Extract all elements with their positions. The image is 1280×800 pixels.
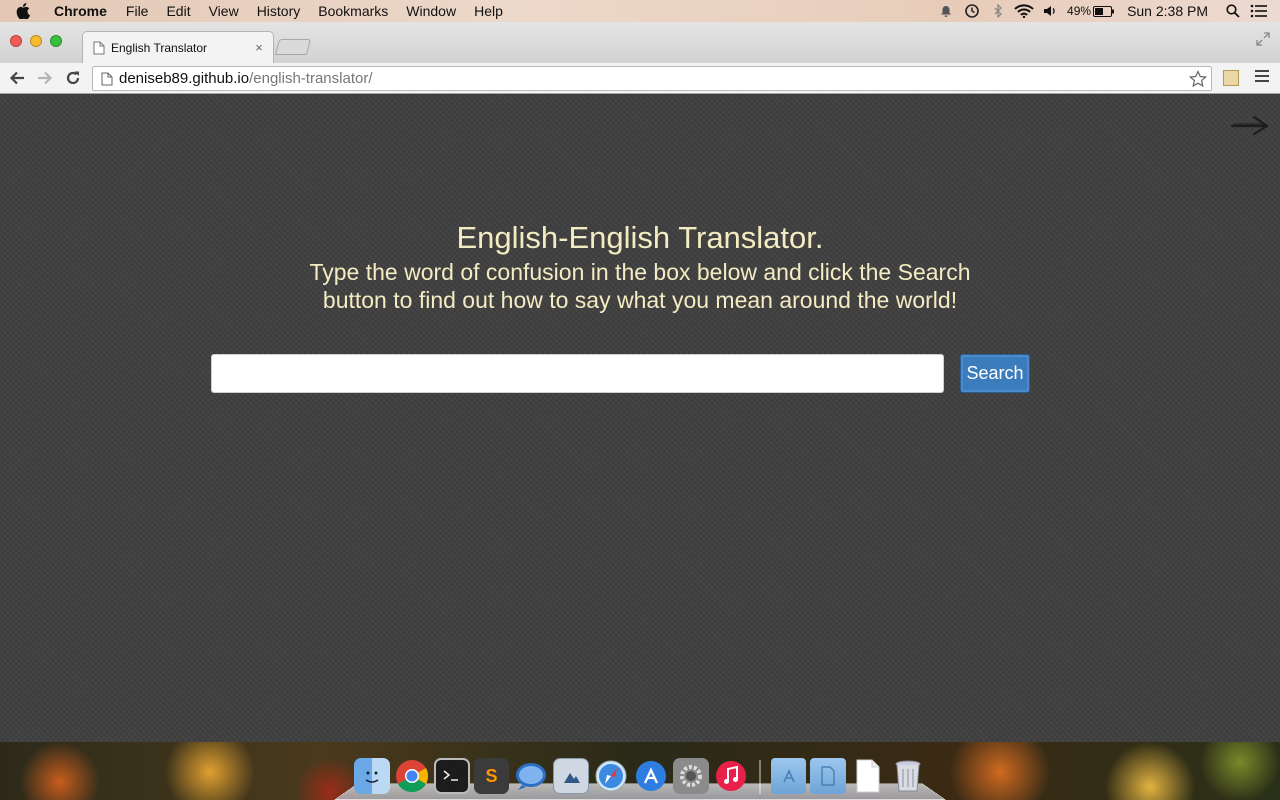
page-info-icon[interactable] <box>101 72 113 86</box>
reload-button[interactable] <box>59 64 87 92</box>
page-title: English-English Translator. <box>456 219 824 255</box>
preview-icon[interactable] <box>553 758 590 794</box>
menu-app-chrome[interactable]: Chrome <box>46 0 117 22</box>
time-machine-icon[interactable] <box>959 0 985 22</box>
apple-menu-icon[interactable] <box>0 3 46 19</box>
next-arrow-icon[interactable] <box>1230 113 1270 142</box>
chrome-menu-icon[interactable] <box>1255 70 1269 82</box>
safari-icon[interactable] <box>593 758 629 794</box>
page-favicon-icon <box>93 41 105 55</box>
new-tab-button[interactable] <box>274 39 312 55</box>
extension-icon[interactable] <box>1223 70 1239 86</box>
back-button[interactable] <box>3 64 31 92</box>
menu-history[interactable]: History <box>248 0 310 22</box>
tab-strip: English Translator × <box>0 22 1280 63</box>
battery-percentage: 49% <box>1067 4 1092 18</box>
battery-icon[interactable] <box>1091 0 1117 22</box>
notification-center-icon[interactable] <box>1246 0 1272 22</box>
menu-file[interactable]: File <box>117 0 158 22</box>
menu-clock[interactable]: Sun 2:38 PM <box>1127 3 1208 19</box>
menu-bookmarks[interactable]: Bookmarks <box>309 0 397 22</box>
bookmark-star-icon[interactable] <box>1189 69 1207 88</box>
finder-icon[interactable] <box>354 758 390 794</box>
window-controls <box>10 35 62 47</box>
menu-bar: Chrome File Edit View History Bookmarks … <box>0 0 1280 22</box>
instructions-text: Type the word of confusion in the box be… <box>309 259 971 313</box>
browser-toolbar: deniseb89.github.io/english-translator/ <box>0 63 1280 94</box>
documents-folder-icon[interactable] <box>810 758 847 794</box>
document-icon[interactable] <box>850 758 886 794</box>
messages-icon[interactable] <box>513 758 549 794</box>
spotlight-search-icon[interactable] <box>1220 0 1246 22</box>
applications-folder-icon[interactable] <box>770 758 807 794</box>
search-input[interactable] <box>211 354 944 393</box>
terminal-icon[interactable] <box>433 758 470 794</box>
search-button[interactable]: Search <box>960 354 1030 393</box>
forward-button[interactable] <box>31 64 59 92</box>
address-bar[interactable]: deniseb89.github.io/english-translator/ <box>92 66 1212 91</box>
sublime-text-icon[interactable]: S <box>473 758 510 794</box>
app-store-icon[interactable] <box>633 758 669 794</box>
notification-bell-icon[interactable] <box>933 0 959 22</box>
menu-view[interactable]: View <box>200 0 248 22</box>
url-host: deniseb89.github.io <box>119 70 250 87</box>
trash-icon[interactable] <box>890 758 926 794</box>
tab-title: English Translator <box>111 40 208 55</box>
page-content: English-English Translator. Type the wor… <box>0 95 1280 742</box>
tab-close-icon[interactable]: × <box>251 40 267 55</box>
system-preferences-icon[interactable] <box>672 758 709 794</box>
wifi-icon[interactable] <box>1011 0 1037 22</box>
fullscreen-icon[interactable] <box>1256 32 1270 51</box>
chrome-icon[interactable] <box>394 758 430 794</box>
dock-separator <box>758 760 761 794</box>
browser-window: English Translator × deniseb89.github.io… <box>0 22 1280 742</box>
menu-edit[interactable]: Edit <box>157 0 199 22</box>
menu-help[interactable]: Help <box>465 0 512 22</box>
window-zoom-button[interactable] <box>50 35 62 47</box>
menu-window[interactable]: Window <box>397 0 465 22</box>
bluetooth-icon[interactable] <box>985 0 1011 22</box>
window-close-button[interactable] <box>10 35 22 47</box>
browser-tab[interactable]: English Translator × <box>82 31 274 63</box>
window-minimize-button[interactable] <box>30 35 42 47</box>
itunes-icon[interactable] <box>713 758 749 794</box>
dock: S <box>334 748 946 800</box>
url-path: /english-translator/ <box>249 70 373 87</box>
volume-icon[interactable] <box>1037 0 1063 22</box>
